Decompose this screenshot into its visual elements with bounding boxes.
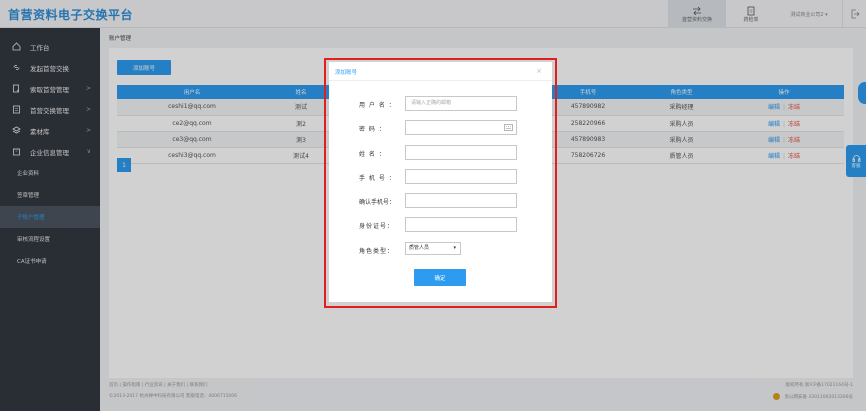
- phone-input[interactable]: [405, 169, 517, 184]
- confirm-phone-input[interactable]: [405, 193, 517, 208]
- caret-down-icon: ▾: [453, 245, 456, 251]
- phone-label: 手 机 号 ：: [359, 175, 396, 182]
- confirm-button[interactable]: 确定: [414, 269, 466, 286]
- form-row-id-number: 身份证号：: [329, 217, 552, 233]
- modal-title: 添加账号: [335, 70, 358, 76]
- form-row-username: 用 户 名 ： 请输入正确的邮箱: [329, 96, 552, 112]
- form-row-role: 角色类型： 质管人员 ▾: [329, 242, 552, 258]
- username-label: 用 户 名 ：: [359, 102, 396, 109]
- form-row-password: 密 码 ：: [329, 120, 552, 136]
- username-input[interactable]: 请输入正确的邮箱: [405, 96, 517, 111]
- form-row-confirm-phone: 确认手机号：: [329, 193, 552, 209]
- name-input[interactable]: [405, 145, 517, 160]
- keyboard-icon[interactable]: [504, 124, 513, 131]
- role-select[interactable]: 质管人员 ▾: [405, 242, 461, 255]
- form-row-name: 姓 名 ：: [329, 145, 552, 161]
- confirm-phone-label: 确认手机号：: [359, 199, 396, 206]
- id-number-input[interactable]: [405, 217, 517, 232]
- add-account-dialog: 添加账号 × 用 户 名 ： 请输入正确的邮箱 密 码 ： 姓 名 ： 手 机 …: [329, 62, 552, 302]
- role-label: 角色类型：: [359, 248, 395, 255]
- password-label: 密 码 ：: [359, 126, 386, 133]
- password-input[interactable]: [405, 120, 517, 135]
- modal-header: 添加账号 ×: [329, 62, 552, 81]
- role-select-value: 质管人员: [409, 245, 430, 251]
- close-icon[interactable]: ×: [536, 67, 542, 75]
- name-label: 姓 名 ：: [359, 151, 386, 158]
- id-number-label: 身份证号：: [359, 223, 395, 230]
- form-row-phone: 手 机 号 ：: [329, 169, 552, 185]
